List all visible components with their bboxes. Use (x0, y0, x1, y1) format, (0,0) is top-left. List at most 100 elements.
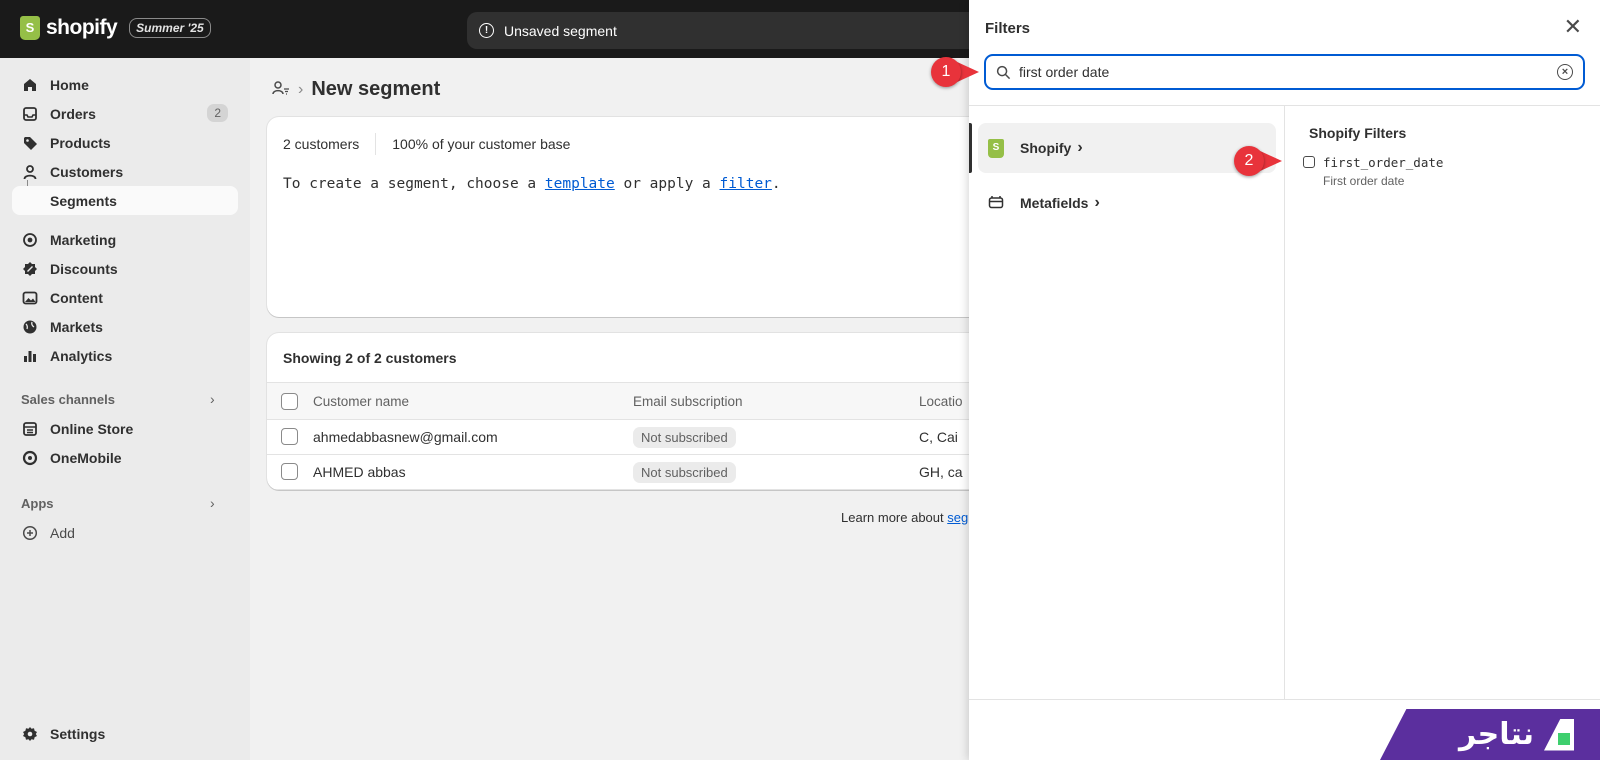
selected-indicator (969, 123, 972, 173)
learn-more-text: Learn more about seg (841, 510, 968, 525)
customer-base-percentage: 100% of your customer base (392, 136, 571, 152)
table-row[interactable]: AHMED abbas Not subscribed GH, ca (267, 455, 987, 490)
brand-watermark: نتاجر (1380, 709, 1600, 760)
callout-number: 2 (1234, 146, 1264, 176)
chevron-right-icon: › (1077, 139, 1083, 156)
filter-category-metafields[interactable]: Metafields › (978, 178, 1276, 228)
sidebar-item-label: Online Store (50, 420, 134, 437)
customer-name[interactable]: AHMED abbas (313, 464, 406, 480)
orders-count-badge: 2 (207, 104, 228, 122)
results-section-title: Shopify Filters (1309, 125, 1407, 141)
sidebar-item-orders[interactable]: Orders 2 (12, 99, 238, 128)
sidebar-item-online-store[interactable]: Online Store (12, 414, 238, 443)
filter-field-icon (1303, 156, 1315, 168)
edition-badge[interactable]: Summer '25 (129, 18, 211, 38)
home-icon (22, 77, 38, 93)
sidebar-item-marketing[interactable]: Marketing (12, 225, 238, 254)
showing-count: Showing 2 of 2 customers (283, 350, 457, 366)
sidebar-item-label: Orders (50, 105, 96, 122)
customer-location: GH, ca (919, 464, 963, 480)
select-all-checkbox[interactable] (281, 393, 298, 410)
query-text: . (771, 176, 781, 192)
discount-icon (22, 261, 38, 277)
sidebar-item-customers[interactable]: Customers (12, 157, 238, 186)
learn-more-label: Learn more about (841, 510, 944, 525)
filter-link[interactable]: filter (720, 176, 772, 192)
bar-chart-icon (22, 348, 38, 364)
sidebar-item-products[interactable]: Products (12, 128, 238, 157)
category-label: Shopify (1020, 140, 1072, 156)
sidebar-item-onemobile[interactable]: OneMobile (12, 443, 238, 472)
customer-location: C, Cai (919, 429, 958, 445)
page-title: New segment (311, 78, 441, 100)
step-callout-1: 1 (931, 57, 983, 87)
app-icon (22, 450, 38, 466)
filters-panel: Filters ✕ first order date × Shopify › M… (969, 0, 1600, 760)
filter-result-first-order-date[interactable]: first_order_date First order date (1303, 153, 1583, 191)
clear-search-icon[interactable]: × (1557, 64, 1573, 80)
breadcrumb: › New segment (272, 78, 440, 101)
column-header[interactable]: Locatio (919, 394, 963, 409)
sidebar-item-label: Home (50, 76, 89, 93)
sidebar-item-label: Markets (50, 318, 103, 335)
segments-breadcrumb-icon[interactable] (272, 80, 290, 99)
row-checkbox[interactable] (281, 428, 298, 445)
sidebar-item-label: Products (50, 134, 111, 151)
unsaved-label: Unsaved segment (504, 22, 617, 39)
category-label: Metafields (1020, 195, 1089, 211)
plus-circle-icon (22, 525, 38, 541)
column-header[interactable]: Email subscription (633, 394, 743, 409)
query-text: To create a segment, choose a (283, 176, 537, 192)
customer-count: 2 customers (283, 136, 360, 152)
segment-query-editor[interactable]: To create a segment, choose a template o… (283, 176, 781, 192)
close-icon[interactable]: ✕ (1564, 16, 1582, 38)
sidebar-item-analytics[interactable]: Analytics (12, 341, 238, 370)
sidebar-item-label: Settings (50, 725, 106, 742)
sidebar-item-label: Marketing (50, 231, 117, 248)
inbox-icon (22, 106, 38, 122)
chevron-right-icon: › (1094, 194, 1100, 211)
sales-channels-heading[interactable]: Sales channels (21, 392, 115, 407)
filter-code: first_order_date (1323, 155, 1444, 170)
customer-name[interactable]: ahmedabbasnew@gmail.com (313, 429, 498, 445)
filter-category-shopify[interactable]: Shopify › (978, 123, 1276, 173)
chevron-right-icon[interactable]: › (210, 391, 215, 407)
metafield-icon (988, 195, 1004, 212)
sidebar-item-home[interactable]: Home (12, 70, 238, 99)
shopify-logo[interactable]: shopify Summer '25 (20, 16, 211, 40)
query-text: or apply a (623, 176, 711, 192)
subscription-badge: Not subscribed (633, 462, 736, 483)
template-link[interactable]: template (545, 176, 615, 192)
apps-heading[interactable]: Apps (21, 496, 54, 511)
logo-text: shopify (46, 16, 118, 39)
chevron-right-icon[interactable]: › (210, 495, 215, 511)
chevron-right-icon: › (298, 80, 304, 98)
tag-icon (22, 135, 38, 151)
filter-description: First order date (1323, 174, 1405, 188)
sidebar-item-markets[interactable]: Markets (12, 312, 238, 341)
sidebar-item-label: Add (50, 524, 75, 541)
image-icon (22, 290, 38, 306)
sidebar-item-label: Customers (50, 163, 124, 180)
sidebar-item-label: Segments (50, 192, 117, 209)
sidebar-item-add-app[interactable]: Add (12, 518, 238, 547)
sidebar-item-discounts[interactable]: Discounts (12, 254, 238, 283)
sidebar-item-segments[interactable]: Segments (12, 186, 238, 215)
customers-table-card: Showing 2 of 2 customers Customer name E… (267, 333, 987, 490)
segment-editor-card: 2 customers 100% of your customer base T… (267, 117, 987, 317)
learn-more-link[interactable]: seg (947, 510, 968, 525)
divider (1284, 105, 1285, 699)
sidebar-item-content[interactable]: Content (12, 283, 238, 312)
row-checkbox[interactable] (281, 463, 298, 480)
shopify-bag-icon (20, 16, 40, 40)
divider (375, 133, 377, 155)
sidebar-item-settings[interactable]: Settings (12, 719, 238, 748)
filter-search-input[interactable]: first order date × (984, 54, 1585, 90)
unsaved-segment-bar: ! Unsaved segment (467, 12, 987, 49)
sidebar-item-label: Discounts (50, 260, 118, 277)
column-header[interactable]: Customer name (313, 394, 409, 409)
table-row[interactable]: ahmedabbasnew@gmail.com Not subscribed C… (267, 420, 987, 455)
panel-title: Filters (985, 20, 1031, 37)
globe-icon (22, 319, 38, 335)
